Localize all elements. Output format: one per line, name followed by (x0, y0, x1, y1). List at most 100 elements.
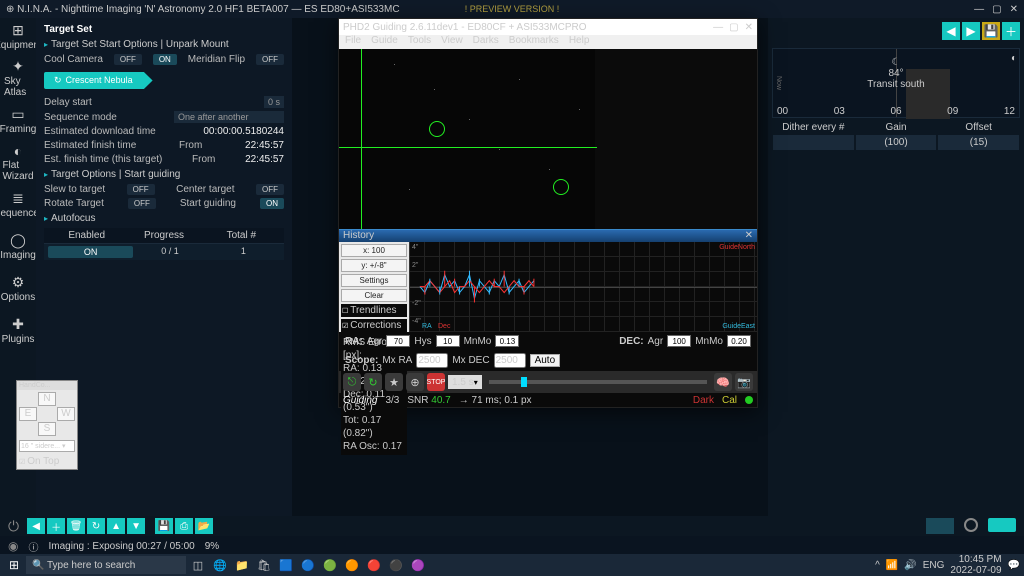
stop-button[interactable]: STOP (427, 373, 445, 391)
dec-agr-input[interactable] (667, 335, 691, 347)
menu-help[interactable]: Help (569, 35, 590, 49)
phd2-max-button[interactable]: ▢ (729, 22, 738, 33)
tray-lang[interactable]: ENG (923, 560, 945, 571)
taskview-button[interactable]: ◫ (188, 556, 208, 574)
taskbar-nina[interactable]: 🟢 (320, 556, 340, 574)
autofocus-enabled-toggle[interactable]: ON (48, 246, 133, 258)
seq-prev-button[interactable]: ◀ (27, 518, 45, 534)
taskbar-chrome[interactable]: 🔵 (298, 556, 318, 574)
seq-down-button[interactable]: ▼ (127, 518, 145, 534)
rate-select[interactable]: 16 " sidere... ▾ (19, 440, 75, 452)
history-clear-button[interactable]: Clear (341, 289, 407, 302)
tray-notifications-icon[interactable]: 💬 (1008, 560, 1020, 571)
phd2-min-button[interactable]: — (713, 22, 723, 33)
mxdec-input[interactable] (494, 353, 526, 368)
taskbar-app2[interactable]: 🟠 (342, 556, 362, 574)
ontop-checkbox[interactable]: ☑ On Top (17, 454, 77, 469)
connect-button[interactable]: ⎋ (343, 373, 361, 391)
sidebar-framing[interactable]: ▭Framing (4, 106, 32, 134)
dec-mode-select[interactable]: Auto (530, 354, 561, 367)
history-y-scale[interactable]: y: +/-8" (341, 259, 407, 272)
rotate-toggle[interactable]: OFF (128, 198, 156, 209)
guide-camera-view[interactable] (339, 49, 757, 229)
taskbar-app1[interactable]: 🟦 (276, 556, 296, 574)
seq-add-button[interactable]: ＋ (47, 518, 65, 534)
slew-toggle[interactable]: OFF (127, 184, 155, 195)
camera-button[interactable]: 📷 (735, 373, 753, 391)
sidebar-options[interactable]: ⚙Options (4, 274, 32, 302)
menu-file[interactable]: File (345, 35, 361, 49)
nudge-north-button[interactable]: N (38, 392, 56, 406)
taskbar-phd2[interactable]: ⚫ (386, 556, 406, 574)
seq-save-button[interactable]: 💾 (155, 518, 173, 534)
menu-bookmarks[interactable]: Bookmarks (509, 35, 559, 49)
taskbar-edge[interactable]: 🌐 (210, 556, 230, 574)
sidebar-sequencer[interactable]: ≣Sequencer (4, 190, 32, 218)
dec-mnmo-input[interactable] (727, 335, 751, 347)
tray-clock[interactable]: 10:45 PM2022-07-09 (950, 554, 1001, 576)
taskbar-explorer[interactable]: 📁 (232, 556, 252, 574)
menu-darks[interactable]: Darks (473, 35, 499, 49)
taskbar-search[interactable]: 🔍 Type here to search (26, 556, 186, 574)
delay-start-value[interactable]: 0 s (264, 96, 284, 108)
nudge-south-button[interactable]: S (38, 422, 56, 436)
sidebar-imaging[interactable]: ◯Imaging (4, 232, 32, 260)
trendlines-checkbox[interactable]: ☐ Trendlines (341, 304, 407, 317)
seq-delete-button[interactable]: 🗑 (67, 518, 85, 534)
taskbar-app4[interactable]: 🟣 (408, 556, 428, 574)
ra-mnmo-input[interactable] (495, 335, 519, 347)
maximize-button[interactable]: ▢ (992, 4, 1001, 15)
seq-pause-button[interactable] (926, 518, 954, 534)
handcontroller-window[interactable]: HandCo... N E W S 16 " sidere... ▾ ☑ On T… (16, 380, 78, 470)
corrections-checkbox[interactable]: ☑ Corrections (341, 319, 407, 332)
save-button[interactable]: 💾 (982, 22, 1000, 40)
gamma-slider[interactable] (489, 380, 707, 384)
handcan-title[interactable]: HandCo... (17, 381, 77, 390)
exposure-select[interactable]: 1.5 s ▾ (448, 375, 482, 389)
loop-button[interactable]: ↻ (364, 373, 382, 391)
seq-up-button[interactable]: ▲ (107, 518, 125, 534)
history-x-scale[interactable]: x: 100 (341, 244, 407, 257)
sidebar-flat-wizard[interactable]: ◐Flat Wizard (4, 148, 32, 176)
startguide-toggle[interactable]: ON (260, 198, 284, 209)
center-toggle[interactable]: OFF (256, 184, 284, 195)
meridian-flip-toggle[interactable]: OFF (256, 54, 284, 65)
tray-chevron-icon[interactable]: ^ (875, 560, 880, 571)
autofocus-header[interactable]: Autofocus (44, 213, 284, 224)
ra-agr-input[interactable] (386, 335, 410, 347)
minimize-button[interactable]: — (974, 4, 984, 15)
unpark-mount-toggle[interactable]: ON (153, 54, 177, 65)
mxra-input[interactable] (416, 353, 448, 368)
cool-camera-toggle[interactable]: OFF (114, 54, 142, 65)
next-target-button[interactable]: ▶ (962, 22, 980, 40)
close-button[interactable]: ✕ (1010, 4, 1018, 15)
taskbar-store[interactable]: 🛍 (254, 556, 274, 574)
menu-guide[interactable]: Guide (371, 35, 398, 49)
seq-open-button[interactable]: 📂 (195, 518, 213, 534)
target-options-header[interactable]: Target Options | Start guiding (44, 169, 284, 180)
gain-input[interactable]: (100) (856, 135, 937, 150)
dither-every-input[interactable] (773, 135, 854, 150)
autostar-button[interactable]: ★ (385, 373, 403, 391)
target-name-pill[interactable]: Crescent Nebula (44, 72, 153, 89)
prev-target-button[interactable]: ◀ (942, 22, 960, 40)
history-settings-button[interactable]: Settings (341, 274, 407, 287)
seq-run-toggle[interactable] (988, 518, 1016, 532)
phd2-titlebar[interactable]: PHD2 Guiding 2.6.11dev1 - ED80CF + ASI53… (339, 19, 757, 35)
seq-saveall-button[interactable]: ⎙ (175, 518, 193, 534)
history-close-button[interactable]: ✕ (745, 230, 753, 242)
sidebar-equipment[interactable]: ⊞Equipment (4, 22, 32, 50)
phd2-window[interactable]: PHD2 Guiding 2.6.11dev1 - ED80CF + ASI53… (338, 18, 758, 408)
phd2-close-button[interactable]: ✕ (745, 22, 753, 33)
start-options-header[interactable]: Target Set Start Options | Unpark Mount (44, 39, 284, 50)
taskbar-app3[interactable]: 🔴 (364, 556, 384, 574)
menu-view[interactable]: View (441, 35, 463, 49)
sidebar-plugins[interactable]: ✚Plugins (4, 316, 32, 344)
nudge-west-button[interactable]: W (57, 407, 75, 421)
power-icon[interactable]: ⏻ (8, 518, 19, 535)
menu-tools[interactable]: Tools (408, 35, 431, 49)
ra-hys-input[interactable] (436, 335, 460, 347)
guide-button[interactable]: ⊕ (406, 373, 424, 391)
nudge-east-button[interactable]: E (19, 407, 37, 421)
start-button[interactable]: ⊞ (4, 556, 24, 574)
